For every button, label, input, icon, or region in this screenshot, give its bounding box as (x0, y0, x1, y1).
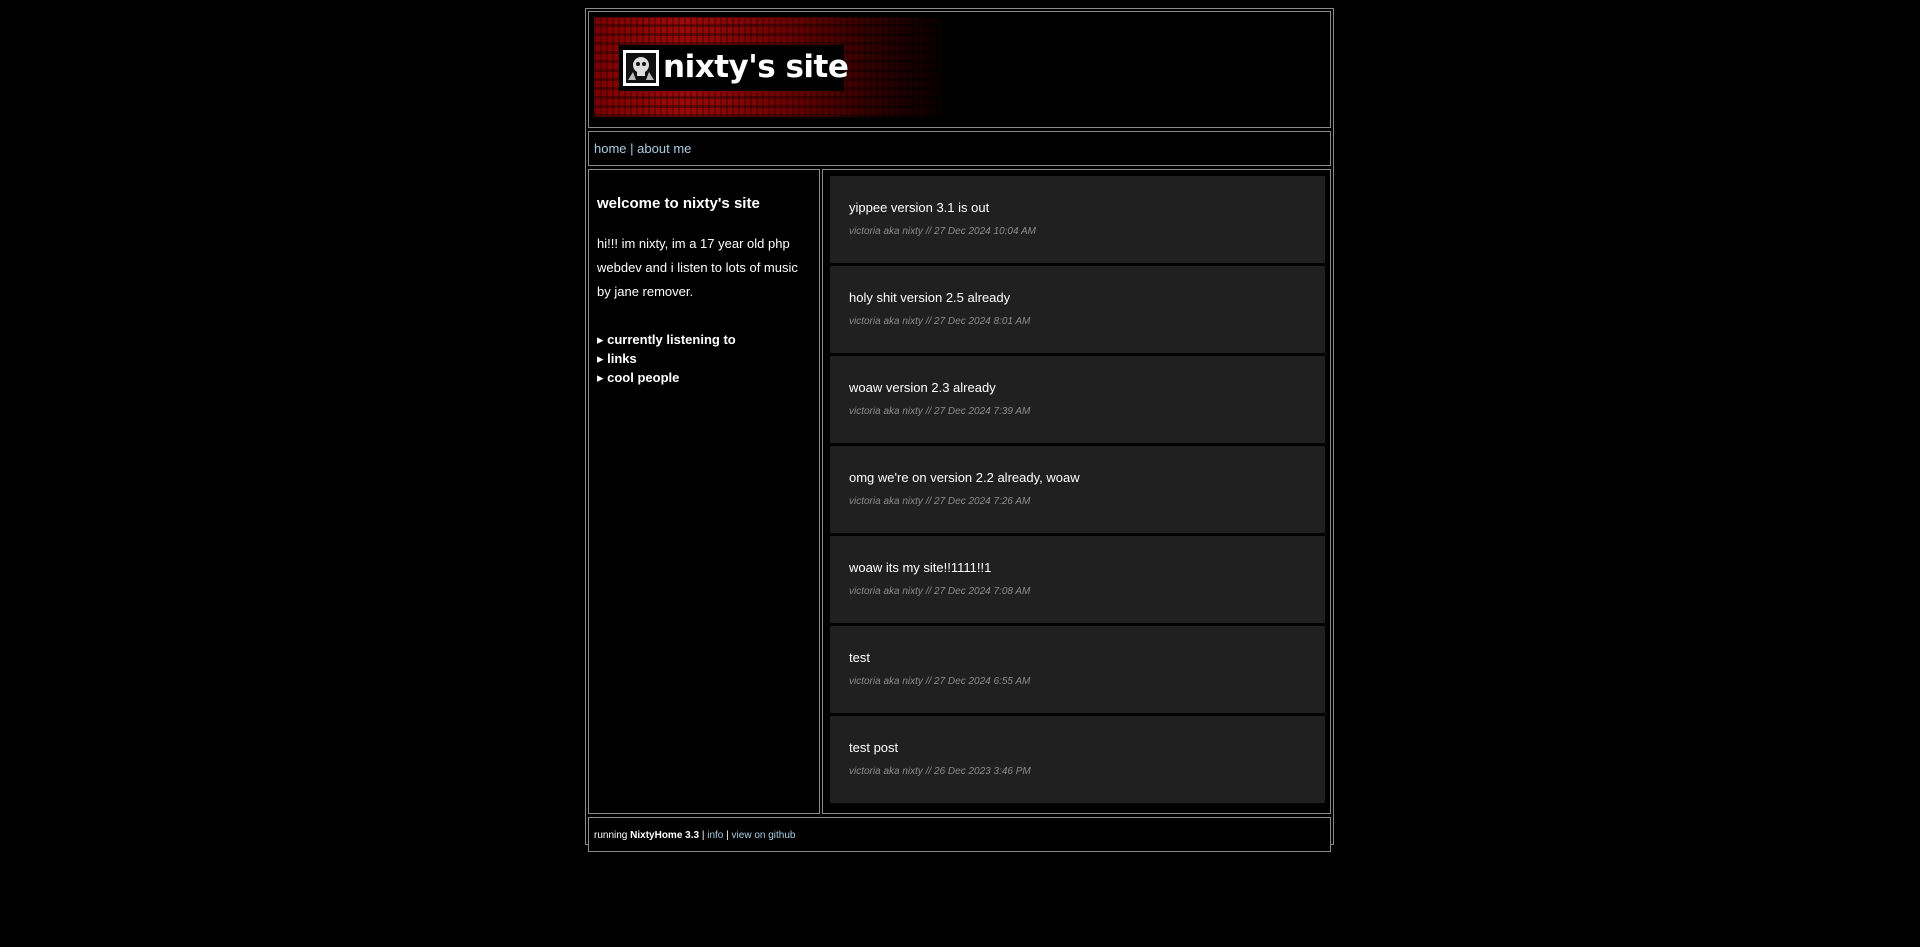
sidebar: welcome to nixty's site hi!!! im nixty, … (588, 169, 820, 814)
footer-text: running NixtyHome 3.3 | info | view on g… (594, 830, 795, 841)
post-meta: victoria aka nixty // 27 Dec 2024 6:55 A… (849, 676, 1031, 687)
post-title[interactable]: yippee version 3.1 is out (849, 200, 989, 215)
footer-app-name: NixtyHome 3.3 (630, 830, 700, 841)
post-meta: victoria aka nixty // 27 Dec 2024 7:39 A… (849, 406, 1031, 417)
page-container: nixty's site home | about me welcome to … (585, 8, 1334, 852)
sidebar-link-links[interactable]: ▸ links (597, 349, 736, 368)
post-item: test victoria aka nixty // 27 Dec 2024 6… (830, 626, 1325, 713)
nav-home-link[interactable]: home (594, 141, 627, 156)
sidebar-intro: hi!!! im nixty, im a 17 year old php web… (597, 236, 798, 299)
footer-separator: | (726, 830, 729, 841)
post-item: woaw version 2.3 already victoria aka ni… (830, 356, 1325, 443)
post-meta: victoria aka nixty // 26 Dec 2023 3:46 P… (849, 766, 1031, 777)
post-title[interactable]: woaw version 2.3 already (849, 380, 996, 395)
post-meta: victoria aka nixty // 27 Dec 2024 7:26 A… (849, 496, 1031, 507)
post-title[interactable]: test post (849, 740, 898, 755)
nav-separator: | (630, 141, 634, 156)
post-meta: victoria aka nixty // 27 Dec 2024 7:08 A… (849, 586, 1031, 597)
skull-logo-icon (623, 50, 659, 86)
post-title[interactable]: holy shit version 2.5 already (849, 290, 1010, 305)
post-item: yippee version 3.1 is out victoria aka n… (830, 176, 1325, 263)
sidebar-link-currently-listening[interactable]: ▸ currently listening to (597, 330, 736, 349)
nav-bar: home | about me (588, 131, 1331, 166)
nav-links: home | about me (594, 141, 691, 156)
post-title[interactable]: test (849, 650, 870, 665)
footer: running NixtyHome 3.3 | info | view on g… (588, 817, 1331, 852)
post-item: omg we're on version 2.2 already, woaw v… (830, 446, 1325, 533)
site-title: nixty's site (663, 49, 849, 85)
footer-github-link[interactable]: view on github (732, 830, 796, 841)
sidebar-title: welcome to nixty's site (597, 195, 760, 212)
banner-title-plate: nixty's site (619, 45, 849, 91)
sidebar-links: ▸ currently listening to ▸ links ▸ cool … (597, 330, 736, 387)
post-meta: victoria aka nixty // 27 Dec 2024 8:01 A… (849, 316, 1031, 327)
footer-running-label: running (594, 830, 628, 841)
footer-info-link[interactable]: info (707, 830, 723, 841)
site-banner[interactable]: nixty's site (594, 17, 954, 117)
post-title[interactable]: woaw its my site!!1111!!1 (849, 560, 991, 575)
post-list: yippee version 3.1 is out victoria aka n… (822, 169, 1331, 814)
post-item: test post victoria aka nixty // 26 Dec 2… (830, 716, 1325, 803)
sidebar-link-cool-people[interactable]: ▸ cool people (597, 368, 736, 387)
header: nixty's site (588, 11, 1331, 128)
post-item: holy shit version 2.5 already victoria a… (830, 266, 1325, 353)
nav-about-link[interactable]: about me (637, 141, 691, 156)
post-item: woaw its my site!!1111!!1 victoria aka n… (830, 536, 1325, 623)
footer-separator: | (701, 830, 705, 841)
post-title[interactable]: omg we're on version 2.2 already, woaw (849, 470, 1080, 485)
post-meta: victoria aka nixty // 27 Dec 2024 10:04 … (849, 226, 1036, 237)
